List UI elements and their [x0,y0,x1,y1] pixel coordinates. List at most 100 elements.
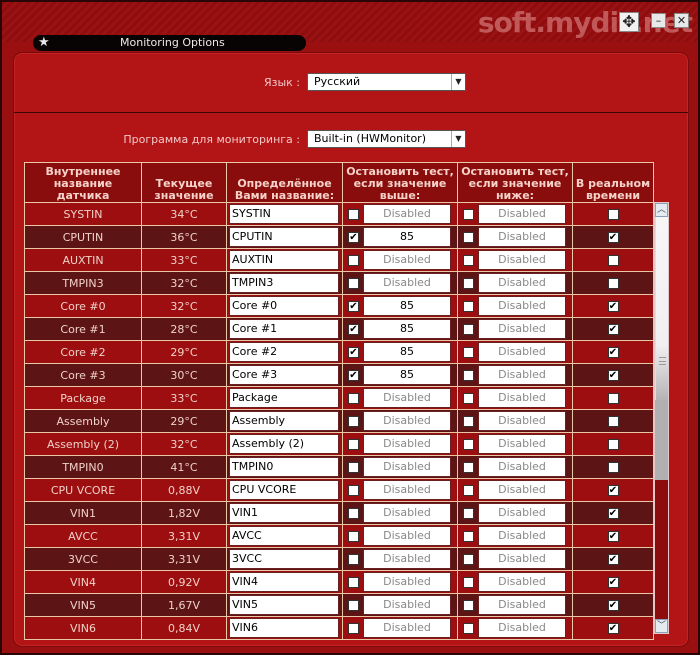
chevron-down-icon[interactable]: ▼ [451,131,465,147]
realtime-checkbox[interactable]: ✔ [607,370,619,381]
stop-above-checkbox[interactable]: ✔ [348,231,359,243]
stop-below-input[interactable]: Disabled [478,457,566,477]
stop-above-input[interactable]: Disabled [363,549,451,569]
user-name-input[interactable]: TMPIN0 [229,457,339,477]
user-name-input[interactable]: CPU VCORE [229,480,339,500]
user-name-input[interactable]: AVCC [229,526,339,546]
stop-below-checkbox[interactable] [463,576,474,588]
stop-below-input[interactable]: Disabled [478,411,566,431]
realtime-checkbox[interactable] [607,255,619,266]
stop-below-checkbox[interactable] [463,346,474,358]
realtime-checkbox[interactable]: ✔ [607,485,619,496]
stop-below-input[interactable]: Disabled [478,388,566,408]
stop-above-input[interactable]: Disabled [363,480,451,500]
stop-above-checkbox[interactable]: ✔ [348,369,359,381]
stop-below-checkbox[interactable] [463,553,474,565]
realtime-checkbox[interactable]: ✔ [607,232,619,243]
stop-above-checkbox[interactable]: ✔ [348,300,359,312]
stop-above-input[interactable]: Disabled [363,595,451,615]
program-select[interactable]: Built-in (HWMonitor) ▼ [307,130,466,148]
stop-below-input[interactable]: Disabled [478,227,566,247]
realtime-checkbox[interactable] [607,439,619,450]
stop-above-input[interactable]: Disabled [363,618,451,638]
user-name-input[interactable]: Core #0 [229,296,339,316]
realtime-checkbox[interactable]: ✔ [607,623,619,634]
stop-above-checkbox[interactable] [348,208,359,220]
stop-above-checkbox[interactable] [348,599,359,611]
realtime-checkbox[interactable]: ✔ [607,554,619,565]
stop-below-checkbox[interactable] [463,323,474,335]
stop-below-input[interactable]: Disabled [478,618,566,638]
user-name-input[interactable]: Package [229,388,339,408]
realtime-checkbox[interactable]: ✔ [607,347,619,358]
stop-below-input[interactable]: Disabled [478,319,566,339]
realtime-checkbox[interactable]: ✔ [607,508,619,519]
stop-above-checkbox[interactable] [348,553,359,565]
tab-monitoring-options[interactable]: ★ Monitoring Options [33,35,306,51]
stop-above-checkbox[interactable] [348,507,359,519]
stop-below-input[interactable]: Disabled [478,526,566,546]
stop-above-checkbox[interactable] [348,415,359,427]
realtime-checkbox[interactable]: ✔ [607,531,619,542]
user-name-input[interactable]: 3VCC [229,549,339,569]
scroll-thumb-lower[interactable] [655,400,668,480]
user-name-input[interactable]: AUXTIN [229,250,339,270]
stop-below-input[interactable]: Disabled [478,250,566,270]
stop-below-checkbox[interactable] [463,622,474,634]
stop-below-checkbox[interactable] [463,277,474,289]
user-name-input[interactable]: Core #3 [229,365,339,385]
stop-above-checkbox[interactable] [348,576,359,588]
realtime-checkbox[interactable] [607,462,619,473]
realtime-checkbox[interactable] [607,393,619,404]
stop-below-checkbox[interactable] [463,392,474,404]
stop-below-input[interactable]: Disabled [478,549,566,569]
user-name-input[interactable]: Core #1 [229,319,339,339]
realtime-checkbox[interactable] [607,416,619,427]
stop-below-input[interactable]: Disabled [478,503,566,523]
stop-above-checkbox[interactable] [348,530,359,542]
user-name-input[interactable]: VIN6 [229,618,339,638]
stop-below-checkbox[interactable] [463,254,474,266]
stop-above-input[interactable]: Disabled [363,572,451,592]
close-button[interactable]: ✕ [674,13,689,28]
stop-above-checkbox[interactable]: ✔ [348,323,359,335]
stop-above-checkbox[interactable] [348,461,359,473]
stop-above-input[interactable]: Disabled [363,204,451,224]
realtime-checkbox[interactable]: ✔ [607,577,619,588]
stop-below-input[interactable]: Disabled [478,595,566,615]
stop-above-input[interactable]: Disabled [363,411,451,431]
stop-below-checkbox[interactable] [463,300,474,312]
realtime-checkbox[interactable]: ✔ [607,324,619,335]
stop-below-checkbox[interactable] [463,484,474,496]
user-name-input[interactable]: Core #2 [229,342,339,362]
stop-above-input[interactable]: Disabled [363,526,451,546]
stop-below-checkbox[interactable] [463,461,474,473]
scroll-down-button[interactable]: ﹀ [655,619,668,633]
stop-below-checkbox[interactable] [463,415,474,427]
user-name-input[interactable]: CPUTIN [229,227,339,247]
stop-below-checkbox[interactable] [463,438,474,450]
language-select[interactable]: Русский ▼ [307,73,466,91]
stop-below-checkbox[interactable] [463,507,474,519]
stop-above-input[interactable]: 85 [363,227,451,247]
user-name-input[interactable]: SYSTIN [229,204,339,224]
stop-above-input[interactable]: Disabled [363,434,451,454]
stop-above-checkbox[interactable] [348,392,359,404]
stop-below-checkbox[interactable] [463,530,474,542]
stop-below-input[interactable]: Disabled [478,273,566,293]
stop-below-input[interactable]: Disabled [478,480,566,500]
user-name-input[interactable]: VIN1 [229,503,339,523]
stop-above-checkbox[interactable] [348,254,359,266]
realtime-checkbox[interactable] [607,278,619,289]
chevron-down-icon[interactable]: ▼ [451,74,465,90]
stop-above-input[interactable]: Disabled [363,503,451,523]
stop-above-checkbox[interactable]: ✔ [348,346,359,358]
stop-below-checkbox[interactable] [463,231,474,243]
stop-below-checkbox[interactable] [463,208,474,220]
stop-below-input[interactable]: Disabled [478,204,566,224]
stop-below-input[interactable]: Disabled [478,572,566,592]
user-name-input[interactable]: Assembly [229,411,339,431]
stop-above-input[interactable]: 85 [363,365,451,385]
stop-below-input[interactable]: Disabled [478,342,566,362]
table-scrollbar[interactable]: ︿ ﹀ [654,202,669,634]
